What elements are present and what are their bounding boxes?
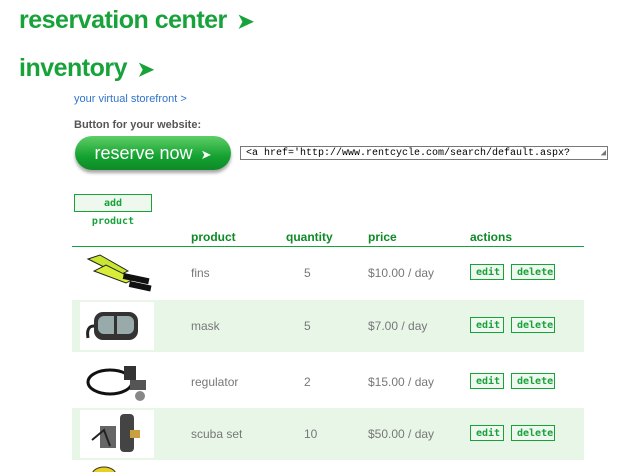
edit-button[interactable]: edit: [470, 425, 504, 441]
virtual-storefront-link[interactable]: your virtual storefront >: [74, 93, 187, 105]
product-name: regulator: [191, 375, 239, 389]
inventory-label: inventory: [19, 54, 128, 82]
product-column-header: product: [191, 230, 236, 244]
table-row: scuba set 10 $50.00 / day edit delete: [72, 408, 584, 460]
table-row: fins 5 $10.00 / day edit delete: [72, 247, 584, 299]
resize-grip-icon[interactable]: ◢: [601, 149, 606, 158]
reserve-now-button[interactable]: reserve now ➤: [75, 136, 231, 170]
actions-column-header: actions: [470, 230, 513, 244]
embed-code-textarea[interactable]: <a href='http://www.rentcycle.com/search…: [240, 146, 608, 160]
table-row: regulator 2 $15.00 / day edit delete: [72, 356, 584, 408]
product-name: mask: [191, 319, 220, 333]
edit-button[interactable]: edit: [470, 264, 504, 280]
table-row: mask 5 $7.00 / day edit delete: [72, 300, 584, 352]
regulator-image: [80, 358, 154, 406]
product-quantity: 5: [304, 319, 311, 333]
product-quantity: 5: [304, 266, 311, 280]
delete-button[interactable]: delete: [511, 373, 555, 389]
arrow-right-icon: ➤: [200, 147, 212, 162]
reservation-center-label: reservation center: [19, 6, 227, 34]
reservation-center-heading[interactable]: reservation center ➤: [19, 6, 254, 35]
scuba-set-image: [80, 410, 154, 458]
delete-button[interactable]: delete: [511, 317, 555, 333]
product-quantity: 10: [304, 427, 318, 441]
product-price: $10.00 / day: [368, 266, 435, 280]
arrow-right-icon: ➤: [137, 59, 154, 81]
website-button-label: Button for your website:: [74, 119, 202, 131]
product-name: scuba set: [191, 427, 243, 441]
embed-code-text: <a href='http://www.rentcycle.com/search…: [246, 148, 571, 159]
edit-button[interactable]: edit: [470, 317, 504, 333]
product-price: $7.00 / day: [368, 319, 428, 333]
reserve-now-label: reserve now: [94, 143, 193, 163]
product-price: $50.00 / day: [368, 427, 435, 441]
product-price: $15.00 / day: [368, 375, 435, 389]
arrow-right-icon: ➤: [237, 11, 254, 33]
delete-button[interactable]: delete: [511, 264, 555, 280]
fins-image: [80, 249, 154, 297]
edit-button[interactable]: edit: [470, 373, 504, 389]
product-quantity: 2: [304, 375, 311, 389]
mask-image: [80, 302, 154, 350]
product-name: fins: [191, 266, 210, 280]
delete-button[interactable]: delete: [511, 425, 555, 441]
next-product-image-partial: [88, 462, 120, 472]
add-product-button[interactable]: add product: [74, 194, 152, 227]
price-column-header: price: [368, 230, 397, 244]
inventory-heading[interactable]: inventory ➤: [19, 54, 154, 83]
quantity-column-header: quantity: [286, 230, 333, 244]
